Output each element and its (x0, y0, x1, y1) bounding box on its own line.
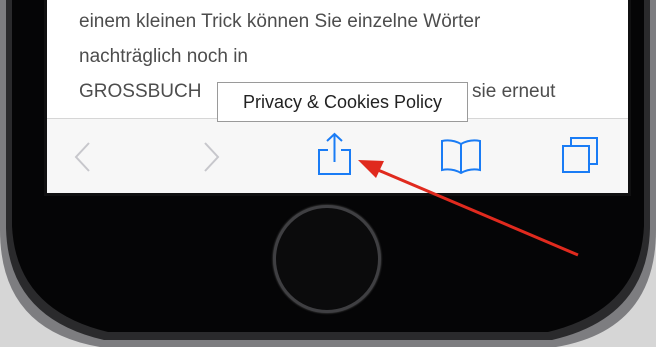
red-arrow-icon (358, 160, 579, 257)
screenshot-stage: einem kleinen Trick können Sie einzelne … (0, 0, 656, 347)
